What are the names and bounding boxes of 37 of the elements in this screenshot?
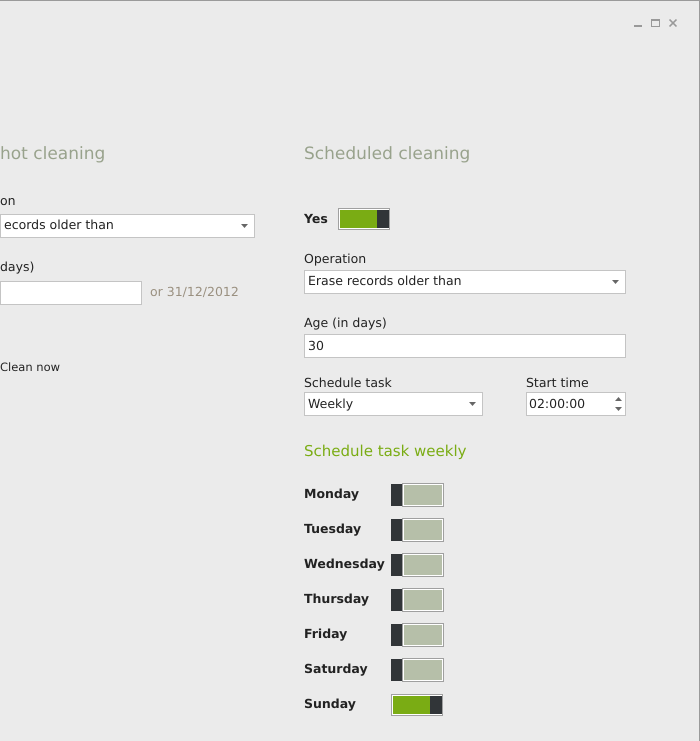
spinner-arrows-icon[interactable] [615, 397, 622, 412]
toggle-switch[interactable] [391, 694, 443, 716]
field-label: Start time [526, 374, 589, 392]
dropdown[interactable]: Weekly [304, 392, 483, 416]
caret-icon [241, 224, 248, 228]
dropdown[interactable]: Erase records older than [304, 270, 626, 294]
time-spinner[interactable]: 02:00:00 [526, 392, 626, 416]
field-label: days) [0, 258, 34, 276]
input-field[interactable]: 30 [304, 334, 626, 358]
toggle-label: Tuesday [304, 520, 362, 538]
field-label: Schedule task [304, 374, 392, 392]
caret-icon [612, 280, 619, 284]
toggle-label: Monday [304, 485, 360, 504]
field-label: Operation [304, 250, 366, 268]
toggle-label: Wednesday [304, 555, 386, 574]
toggle-switch[interactable] [391, 554, 443, 576]
toggle-label: Friday [304, 625, 348, 644]
section-subtitle: Schedule task weekly [304, 441, 466, 462]
clean-now-link[interactable]: Clean now [0, 358, 60, 376]
toggle-switch[interactable] [391, 484, 443, 506]
toggle-switch[interactable] [391, 518, 443, 541]
toggle-switch[interactable] [391, 588, 443, 611]
toggle-label: Thursday [304, 590, 370, 608]
date-hint: or 31/12/2012 [150, 283, 239, 302]
section-title: hot cleaning [0, 143, 106, 166]
toggle-switch[interactable] [391, 658, 443, 681]
toggle-switch[interactable] [391, 624, 443, 646]
field-label: Age (in days) [304, 314, 387, 332]
toggle-label: Saturday [304, 660, 369, 678]
field-label: on [0, 192, 16, 210]
caret-icon [469, 402, 476, 406]
toggle-label: Yes [304, 210, 326, 228]
input-field[interactable] [0, 280, 142, 304]
dropdown[interactable]: ecords older than [0, 214, 255, 238]
toggle-label: Sunday [304, 695, 357, 714]
toggle-switch[interactable] [338, 208, 390, 230]
section-title: Scheduled cleaning [304, 143, 470, 166]
